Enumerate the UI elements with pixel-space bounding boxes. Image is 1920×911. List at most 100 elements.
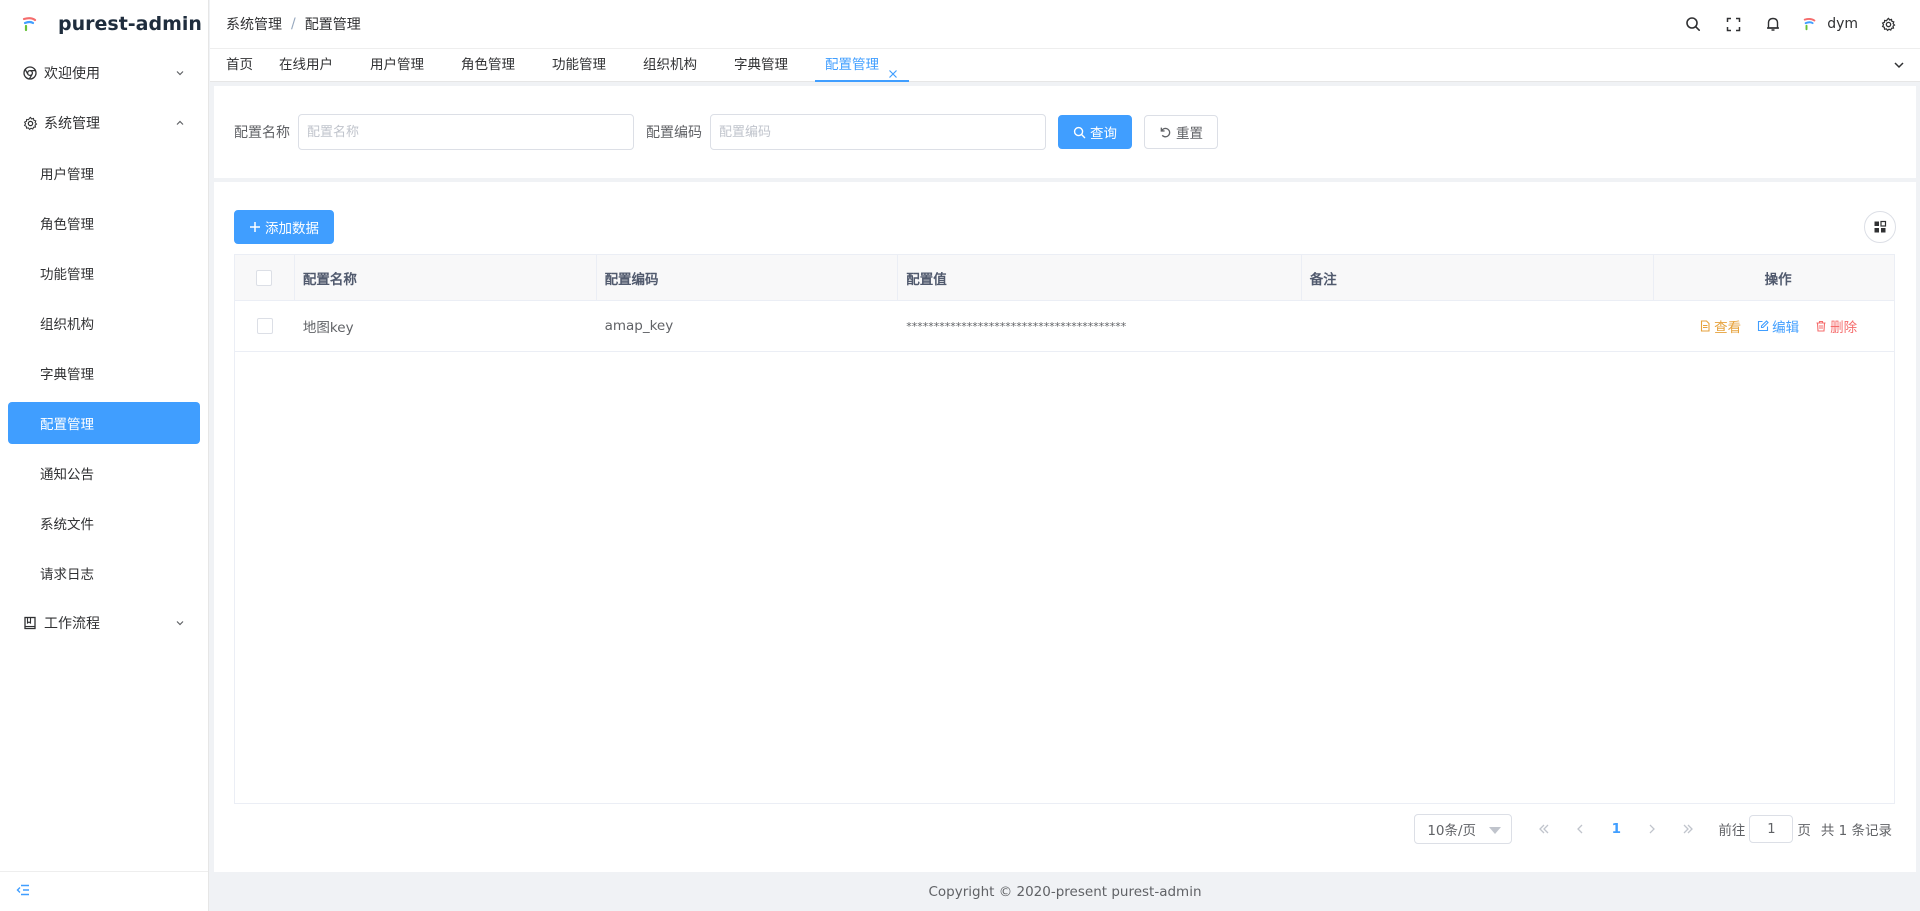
add-data-label: 添加数据 [265,221,319,237]
last-page-button[interactable] [1673,814,1703,844]
config-code-input[interactable] [710,114,1046,150]
sidebar-subitem-notice[interactable]: 通知公告 [0,448,208,498]
caret-down-icon [1489,827,1502,834]
sidebar-subitem-config[interactable]: 配置管理 [8,402,200,444]
breadcrumb-item[interactable]: 系统管理 [226,14,282,34]
tab-role-management[interactable]: 角色管理 [461,48,515,82]
view-button[interactable]: 查看 [1699,316,1741,336]
header-cell: 操作 [1764,272,1792,288]
config-name-input[interactable] [298,114,634,150]
sidebar: purest-admin 欢迎使用 系统管理 用户管理 角色管理 功能管理 组织… [0,0,209,911]
logo-icon [22,16,38,32]
sidebar-subitem-organization[interactable]: 组织机构 [0,298,208,348]
chevron-down-icon[interactable] [1892,58,1906,72]
sidebar-item-welcome[interactable]: 欢迎使用 [0,48,208,98]
top-header: 系统管理 / 配置管理 dym [210,0,1920,48]
page-size-select[interactable]: 10条/页 [1414,814,1513,844]
double-right-icon [1683,824,1694,834]
collapse-sidebar-button[interactable] [0,871,208,911]
breadcrumb: 系统管理 / 配置管理 [226,14,361,34]
page-size-value: 10条/页 [1427,823,1477,839]
trash-icon [1816,320,1826,332]
header-cell: 配置值 [898,255,1302,301]
username: dym [1827,16,1858,32]
column-settings-button[interactable] [1864,211,1896,243]
settings-icon[interactable] [1878,14,1898,34]
tab-online-users[interactable]: 在线用户 [279,48,333,82]
close-icon[interactable] [887,59,899,78]
reset-button[interactable]: 重置 [1144,115,1218,149]
tab-home[interactable]: 首页 [226,48,253,82]
first-page-button[interactable] [1529,814,1559,844]
edit-label: 编辑 [1772,320,1800,336]
reset-button-label: 重置 [1176,126,1203,142]
collapse-icon [16,883,30,901]
row-checkbox[interactable] [256,318,273,334]
breadcrumb-item-current: 配置管理 [304,17,361,33]
query-button[interactable]: 查询 [1058,115,1132,149]
tab-dictionary[interactable]: 字典管理 [734,48,788,82]
chevron-up-icon [174,117,186,129]
goto-page: 前往 页 [1718,815,1811,843]
sidebar-subitem-request-log[interactable]: 请求日志 [0,548,208,598]
sidebar-subitem-user[interactable]: 用户管理 [0,148,208,198]
sidebar-item-workflow[interactable]: 工作流程 [0,598,208,648]
page-number[interactable]: 1 [1601,814,1631,844]
select-all-checkbox[interactable] [256,270,273,286]
header-actions: dym [1673,0,1908,48]
goto-page-input[interactable] [1749,815,1794,843]
add-data-button[interactable]: 添加数据 [234,210,334,244]
search-form: 配置名称 配置编码 查询 重置 [214,86,1916,178]
logo[interactable]: purest-admin [0,0,208,48]
sidebar-subitem-dictionary[interactable]: 字典管理 [0,348,208,398]
delete-label: 删除 [1830,320,1858,336]
delete-button[interactable]: 删除 [1815,316,1857,336]
chevron-down-icon [174,67,186,79]
search-icon[interactable] [1683,14,1703,34]
tab-config-management[interactable]: 配置管理 [815,48,910,82]
cell-remark [1302,301,1655,351]
cell-select [235,301,295,351]
footer: Copyright © 2020-present purest-admin [210,872,1920,911]
sidebar-subitem-role[interactable]: 角色管理 [0,198,208,248]
copyright-text: Copyright © 2020-present purest-admin [928,883,1202,900]
sidebar-item-system[interactable]: 系统管理 [0,98,208,148]
breadcrumb-separator: / [291,16,296,32]
header-cell-select [235,255,295,301]
bell-icon[interactable] [1763,14,1783,34]
avatar [1803,17,1817,31]
edit-button[interactable]: 编辑 [1757,316,1799,336]
chevron-left-icon [1577,824,1583,834]
edit-icon [1758,320,1769,332]
sidebar-item-label: 系统管理 [44,116,100,132]
header-cell: 配置编码 [597,255,899,301]
app-title: purest-admin [58,13,202,35]
fullscreen-icon[interactable] [1723,14,1743,34]
table-panel: 添加数据 配置名称 配置编码 配置值 备注 操作 地图key amap_key … [214,182,1916,872]
user-menu[interactable]: dym [1803,16,1858,32]
sidebar-subitem-file[interactable]: 系统文件 [0,498,208,548]
config-name-label: 配置名称 [234,125,290,141]
book-icon [22,615,38,631]
sidebar-subitem-function[interactable]: 功能管理 [0,248,208,298]
goto-suffix: 页 [1797,823,1811,839]
table-header: 配置名称 配置编码 配置值 备注 操作 [235,255,1894,301]
cell-name: 地图key [302,320,354,336]
search-icon [1073,126,1086,138]
tab-function-management[interactable]: 功能管理 [552,48,606,82]
pagination: 10条/页 1 前往 页 共 1 条记录 [1414,814,1892,844]
header-cell: 备注 [1302,255,1655,301]
grid-icon [1874,220,1887,233]
refresh-left-icon [1160,127,1171,137]
gear-icon [22,115,38,131]
plus-icon [250,222,260,232]
tab-organization[interactable]: 组织机构 [643,48,697,82]
next-page-button[interactable] [1637,814,1667,844]
tab-label: 配置管理 [825,57,879,73]
prev-page-button[interactable] [1565,814,1595,844]
config-table: 配置名称 配置编码 配置值 备注 操作 地图key amap_key *****… [234,254,1895,804]
tab-user-management[interactable]: 用户管理 [370,48,424,82]
tags-view: 首页 在线用户 用户管理 角色管理 功能管理 组织机构 字典管理 配置管理 [210,48,1920,82]
chrome-icon [22,65,38,81]
header-cell: 配置名称 [295,255,597,301]
